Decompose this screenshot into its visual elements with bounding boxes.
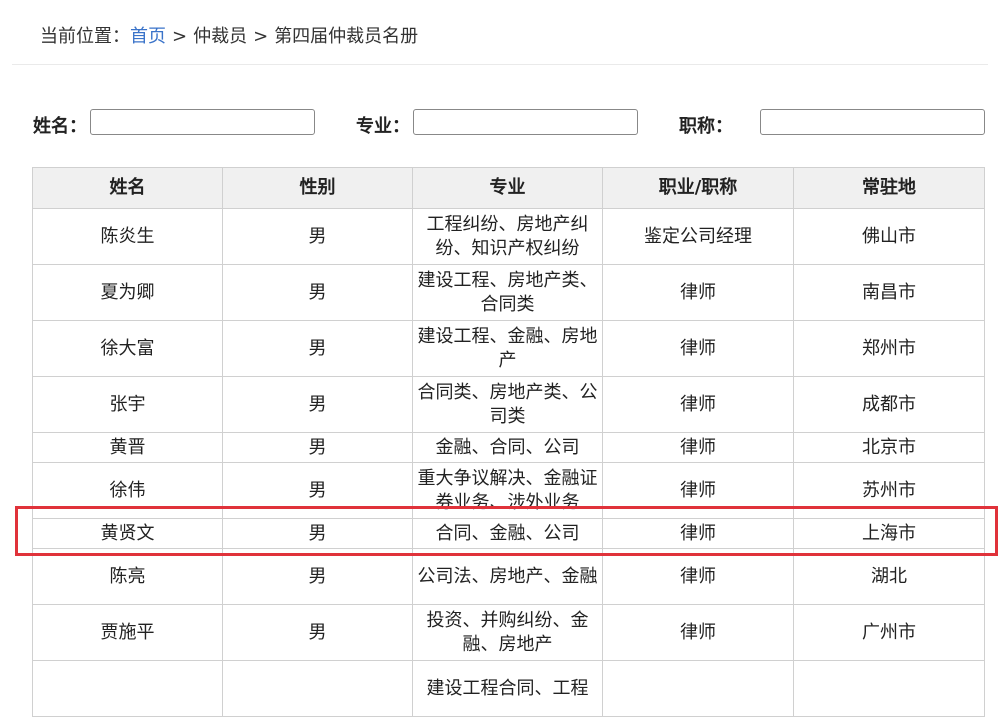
cell-title: 律师 xyxy=(602,604,794,661)
cell-name: 陈炎生 xyxy=(32,208,223,265)
cell-title: 律师 xyxy=(602,548,794,605)
title-filter-input[interactable] xyxy=(760,109,985,135)
breadcrumb: 当前位置：首页 > 仲裁员 > 第四届仲裁员名册 xyxy=(40,22,418,48)
cell-major: 重大争议解决、金融证券业务、涉外业务 xyxy=(412,462,603,519)
table-row: 徐大富 男 建设工程、金融、房地产 律师 郑州市 xyxy=(32,320,985,377)
table-row-highlighted: 黄贤文 男 合同、金融、公司 律师 上海市 xyxy=(32,518,985,549)
cell-major: 合同、金融、公司 xyxy=(412,518,603,549)
cell-city: 湖北 xyxy=(793,548,985,605)
name-filter-input[interactable] xyxy=(90,109,315,135)
cell-major: 建设工程合同、工程 xyxy=(412,660,603,717)
cell-title xyxy=(602,660,794,717)
cell-name: 张宇 xyxy=(32,376,223,433)
breadcrumb-separator: > xyxy=(253,26,269,47)
cell-city: 佛山市 xyxy=(793,208,985,265)
table-row-partial: 建设工程合同、工程 xyxy=(32,660,985,717)
table-row: 夏为卿 男 建设工程、房地产类、合同类 律师 南昌市 xyxy=(32,264,985,321)
cell-city: 广州市 xyxy=(793,604,985,661)
title-filter-label: 职称： xyxy=(679,116,733,137)
cell-name: 徐伟 xyxy=(32,462,223,519)
cell-name: 黄晋 xyxy=(32,432,223,463)
cell-gender: 男 xyxy=(222,320,413,377)
cell-major: 金融、合同、公司 xyxy=(412,432,603,463)
table-row: 徐伟 男 重大争议解决、金融证券业务、涉外业务 律师 苏州市 xyxy=(32,462,985,519)
cell-city: 北京市 xyxy=(793,432,985,463)
header-city: 常驻地 xyxy=(793,167,985,209)
cell-name: 黄贤文 xyxy=(32,518,223,549)
cell-name: 夏为卿 xyxy=(32,264,223,321)
breadcrumb-separator: > xyxy=(172,26,188,47)
cell-gender xyxy=(222,660,413,717)
cell-major: 公司法、房地产、金融 xyxy=(412,548,603,605)
table-row: 黄晋 男 金融、合同、公司 律师 北京市 xyxy=(32,432,985,463)
cell-city: 苏州市 xyxy=(793,462,985,519)
table-row: 陈亮 男 公司法、房地产、金融 律师 湖北 xyxy=(32,548,985,605)
cell-name: 贾施平 xyxy=(32,604,223,661)
cell-city xyxy=(793,660,985,717)
cell-city: 上海市 xyxy=(793,518,985,549)
cell-title: 律师 xyxy=(602,376,794,433)
breadcrumb-current: 第四届仲裁员名册 xyxy=(274,26,419,47)
table-row: 贾施平 男 投资、并购纠纷、金融、房地产 律师 广州市 xyxy=(32,604,985,661)
cell-gender: 男 xyxy=(222,462,413,519)
cell-name: 陈亮 xyxy=(32,548,223,605)
header-name: 姓名 xyxy=(32,167,223,209)
cell-title: 律师 xyxy=(602,462,794,519)
cell-major: 建设工程、金融、房地产 xyxy=(412,320,603,377)
cell-title: 律师 xyxy=(602,320,794,377)
cell-title: 律师 xyxy=(602,264,794,321)
cell-name xyxy=(32,660,223,717)
cell-gender: 男 xyxy=(222,208,413,265)
cell-name: 徐大富 xyxy=(32,320,223,377)
cell-major: 建设工程、房地产类、合同类 xyxy=(412,264,603,321)
cell-major: 合同类、房地产类、公司类 xyxy=(412,376,603,433)
cell-title: 律师 xyxy=(602,432,794,463)
header-gender: 性别 xyxy=(222,167,413,209)
cell-gender: 男 xyxy=(222,432,413,463)
breadcrumb-level1-link[interactable]: 仲裁员 xyxy=(193,26,247,47)
header-divider xyxy=(12,64,988,65)
cell-gender: 男 xyxy=(222,548,413,605)
cell-gender: 男 xyxy=(222,376,413,433)
header-major: 专业 xyxy=(412,167,603,209)
cell-city: 成都市 xyxy=(793,376,985,433)
table-header-row: 姓名 性别 专业 职业/职称 常驻地 xyxy=(32,167,985,209)
cell-title: 鉴定公司经理 xyxy=(602,208,794,265)
arbitrator-table: 姓名 性别 专业 职业/职称 常驻地 陈炎生 男 工程纠纷、房地产纠纷、知识产权… xyxy=(32,167,985,717)
table-row: 张宇 男 合同类、房地产类、公司类 律师 成都市 xyxy=(32,376,985,433)
cell-major: 工程纠纷、房地产纠纷、知识产权纠纷 xyxy=(412,208,603,265)
name-filter-label: 姓名： xyxy=(33,116,87,137)
breadcrumb-home-link[interactable]: 首页 xyxy=(130,26,166,47)
breadcrumb-prefix: 当前位置： xyxy=(40,26,130,47)
cell-title: 律师 xyxy=(602,518,794,549)
header-title: 职业/职称 xyxy=(602,167,794,209)
cell-city: 郑州市 xyxy=(793,320,985,377)
major-filter-label: 专业： xyxy=(356,116,410,137)
filter-bar: 姓名： 专业： 职称： xyxy=(0,109,1000,137)
cell-city: 南昌市 xyxy=(793,264,985,321)
major-filter-input[interactable] xyxy=(413,109,638,135)
table-row: 陈炎生 男 工程纠纷、房地产纠纷、知识产权纠纷 鉴定公司经理 佛山市 xyxy=(32,208,985,265)
cell-major: 投资、并购纠纷、金融、房地产 xyxy=(412,604,603,661)
cell-gender: 男 xyxy=(222,604,413,661)
cell-gender: 男 xyxy=(222,518,413,549)
cell-gender: 男 xyxy=(222,264,413,321)
